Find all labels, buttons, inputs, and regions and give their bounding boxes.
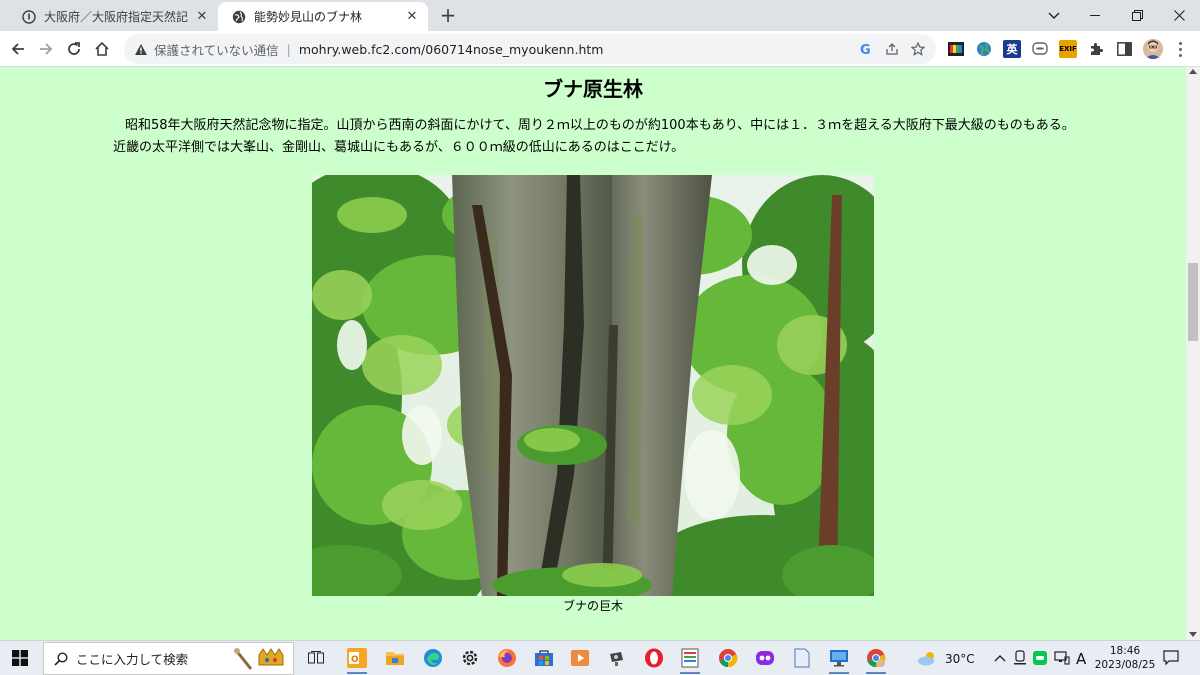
paragraph-line: 昭和58年大阪府天然記念物に指定。山頂から西南の斜面にかけて、周り２ｍ以上のもの… <box>125 118 1075 133</box>
back-arrow-icon[interactable] <box>6 37 30 61</box>
task-view-icon[interactable] <box>305 647 327 669</box>
english-dictionary-extension-icon[interactable]: 英 <box>1003 40 1021 58</box>
notes-app-icon[interactable] <box>679 647 701 674</box>
clock-time: 18:46 <box>1109 645 1141 657</box>
browser-menu-icon[interactable] <box>1172 39 1188 59</box>
firefox-icon[interactable] <box>496 647 518 669</box>
tab-nose-myoken[interactable]: 能勢妙見山のブナ林 ✕ <box>218 2 428 31</box>
url-text[interactable]: mohry.web.fc2.com/060714nose_myoukenn.ht… <box>299 42 604 57</box>
new-tab-button[interactable]: + <box>437 3 459 27</box>
browser-toolbar: 保護されていない通信 | mohry.web.fc2.com/060714nos… <box>0 31 1200 67</box>
taskbar-clock[interactable]: 18:46 2023/08/25 <box>1094 644 1156 672</box>
tab-title: 大阪府／大阪府指定天然記念物 <box>44 10 188 24</box>
outlook-icon[interactable]: O <box>346 647 368 674</box>
security-status-label[interactable]: 保護されていない通信 <box>154 40 279 59</box>
chrome-icon[interactable] <box>717 647 739 669</box>
scrollbar-thumb[interactable] <box>1188 263 1198 341</box>
google-translate-icon[interactable]: G <box>856 39 876 59</box>
share-icon[interactable] <box>882 39 902 59</box>
windows-start-icon[interactable] <box>12 650 28 666</box>
page-paragraph: 昭和58年大阪府天然記念物に指定。山頂から西南の斜面にかけて、周り２ｍ以上のもの… <box>113 115 1093 159</box>
extensions-puzzle-icon[interactable] <box>1087 40 1105 58</box>
address-actions: G <box>856 39 928 59</box>
address-separator: | <box>286 41 291 57</box>
scroll-down-arrow-icon[interactable] <box>1189 632 1197 637</box>
windows-taskbar: ここに入力して検索 O 30°C A 18:46 2023/08/25 <box>0 640 1200 675</box>
close-tab-icon[interactable]: ✕ <box>404 9 420 25</box>
line-extension-icon[interactable] <box>1031 40 1049 58</box>
file-explorer-icon[interactable] <box>384 647 406 669</box>
restore-button[interactable] <box>1116 0 1158 31</box>
close-tab-icon[interactable]: ✕ <box>194 9 210 25</box>
search-placeholder: ここに入力して検索 <box>76 652 189 667</box>
svg-text:O: O <box>351 655 359 665</box>
webcam-app-icon[interactable] <box>606 647 628 669</box>
tab-osaka-monuments[interactable]: 大阪府／大阪府指定天然記念物 ✕ <box>8 2 218 31</box>
chrome-profile-icon[interactable] <box>865 647 887 674</box>
line-tray-icon[interactable] <box>1029 647 1051 669</box>
beech-tree-photo <box>312 175 874 596</box>
scroll-up-arrow-icon[interactable] <box>1189 69 1197 74</box>
taskbar-search-box[interactable]: ここに入力して検索 <box>43 642 294 675</box>
earth-extension-icon[interactable] <box>975 40 993 58</box>
weather-icon[interactable] <box>917 647 939 669</box>
opera-icon[interactable] <box>643 647 665 669</box>
paragraph-line: 近畿の太平洋側では大峯山、金剛山、葛城山にもあるが、６００ｍ級の低山にあるのはこ… <box>113 140 685 155</box>
media-player-icon[interactable] <box>569 647 591 669</box>
vr-app-icon[interactable] <box>754 647 776 669</box>
tab-title: 能勢妙見山のブナ林 <box>254 10 363 24</box>
window-controls <box>1034 0 1200 31</box>
settings-gear-icon[interactable] <box>459 647 481 669</box>
minimize-button[interactable] <box>1074 0 1116 31</box>
close-window-button[interactable] <box>1158 0 1200 31</box>
search-icon <box>54 651 68 666</box>
reload-icon[interactable] <box>62 37 86 61</box>
bookmark-star-icon[interactable] <box>908 39 928 59</box>
color-picker-extension-icon[interactable] <box>947 40 965 58</box>
remote-desktop-icon[interactable] <box>828 647 850 674</box>
meet-now-icon[interactable] <box>1009 647 1031 669</box>
show-hidden-icons-chevron-icon[interactable] <box>989 647 1011 669</box>
home-icon[interactable] <box>90 37 114 61</box>
weather-temperature[interactable]: 30°C <box>945 641 975 675</box>
microsoft-store-icon[interactable] <box>533 647 555 669</box>
web-page: ブナ原生林 昭和58年大阪府天然記念物に指定。山頂から西南の斜面にかけて、周り２… <box>0 67 1186 640</box>
forward-arrow-icon[interactable] <box>34 37 58 61</box>
profile-avatar[interactable] <box>1143 39 1163 59</box>
info-icon <box>22 9 36 24</box>
page-title: ブナ原生林 <box>543 77 643 101</box>
page-scrollbar[interactable] <box>1186 67 1200 640</box>
warning-triangle-icon[interactable] <box>134 43 148 56</box>
address-bar[interactable]: 保護されていない通信 | mohry.web.fc2.com/060714nos… <box>124 34 936 64</box>
search-highlight-icon <box>229 645 289 675</box>
tab-search-icon[interactable] <box>1034 0 1074 31</box>
ime-mode-indicator[interactable]: A <box>1076 641 1086 675</box>
svg-text:G: G <box>860 43 871 56</box>
document-icon[interactable] <box>791 647 813 669</box>
network-icon[interactable] <box>1051 647 1073 669</box>
globe-icon <box>232 10 246 24</box>
side-panel-icon[interactable] <box>1115 40 1133 58</box>
notification-center-icon[interactable] <box>1163 650 1179 666</box>
photo-caption: ブナの巨木 <box>562 599 623 613</box>
clock-date: 2023/08/25 <box>1094 659 1156 671</box>
edge-icon[interactable] <box>422 647 444 669</box>
tab-strip: 大阪府／大阪府指定天然記念物 ✕ 能勢妙見山のブナ林 ✕ + <box>0 0 1200 31</box>
exif-viewer-extension-icon[interactable]: EXIF <box>1059 40 1077 58</box>
